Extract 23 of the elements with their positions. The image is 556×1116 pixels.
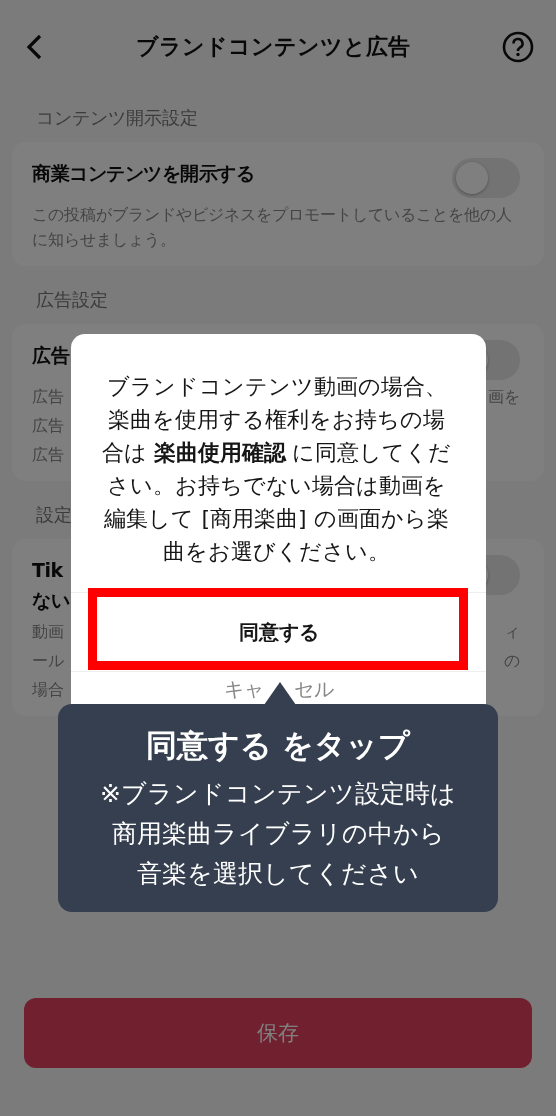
- setting-title: ない: [32, 588, 69, 613]
- section-label: 広告設定: [36, 288, 108, 312]
- back-icon[interactable]: [24, 34, 44, 60]
- setting-description: 動画: [32, 621, 64, 643]
- setting-title: 広告: [32, 343, 69, 368]
- setting-description: 広告: [32, 386, 64, 408]
- page-title: ブランドコンテンツと広告: [136, 33, 410, 61]
- setting-description: 広告: [32, 415, 64, 437]
- setting-description: の: [504, 650, 520, 672]
- setting-title: 商業コンテンツを開示する: [32, 161, 254, 186]
- help-icon[interactable]: [502, 31, 534, 63]
- setting-title: Tik: [32, 558, 64, 583]
- tooltip-text: 音楽を選択してください: [137, 858, 419, 890]
- tooltip-text: 商用楽曲ライブラリの中から: [111, 818, 445, 850]
- dialog-message: ブランドコンテンツ動画の場合、楽曲を使用する権利をお持ちの場合は 楽曲使用確認 に同意してください。お持ちでない場合は動画を編集して [商用楽曲] の画面から楽曲をお選びください。: [101, 373, 452, 566]
- setting-description: 画を: [488, 386, 520, 408]
- tooltip-text: ※ブランドコンテンツ設定時は: [100, 778, 456, 810]
- toggle-switch[interactable]: [452, 158, 520, 198]
- setting-description: ィ: [504, 621, 520, 643]
- section-label: 設定: [36, 503, 72, 527]
- setting-description: 場合: [32, 679, 64, 701]
- section-label: コンテンツ開示設定: [36, 106, 198, 130]
- setting-description: 広告: [32, 444, 64, 466]
